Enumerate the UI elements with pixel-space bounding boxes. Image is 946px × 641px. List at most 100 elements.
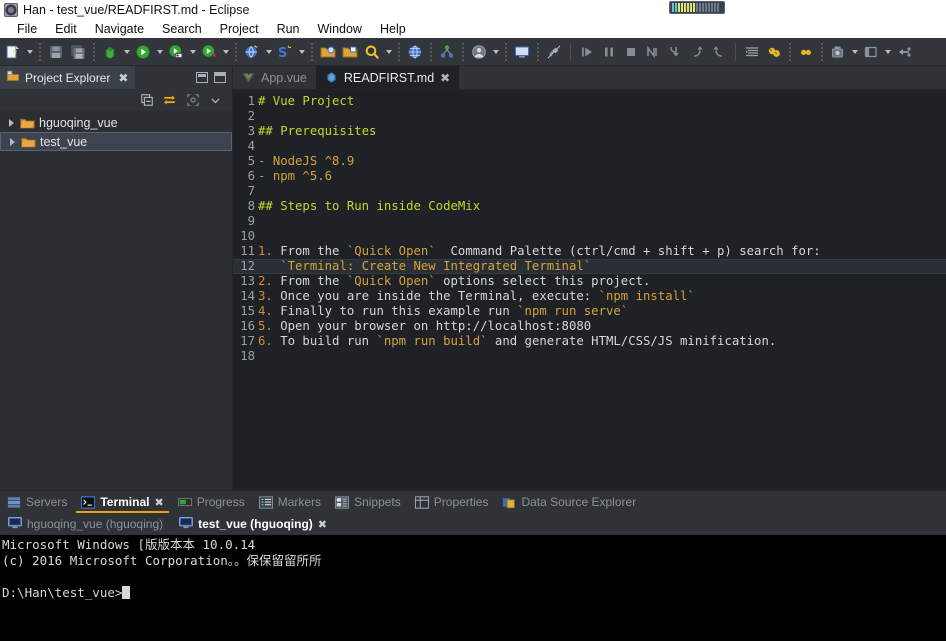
open-web-browser-icon[interactable] (241, 41, 263, 63)
expand-arrow-icon[interactable] (7, 138, 17, 146)
suspend-icon[interactable] (598, 41, 620, 63)
terminal-session-tab-1[interactable]: test_vue (hguoqing)✖ (171, 513, 335, 535)
code-line[interactable]: 143. Once you are inside the Terminal, e… (233, 289, 946, 304)
step-return-icon[interactable] (686, 41, 708, 63)
close-icon[interactable]: ✖ (154, 496, 163, 509)
debug-dropdown[interactable] (121, 41, 132, 63)
bottom-tab-progress[interactable]: Progress (171, 491, 252, 513)
resume-icon[interactable] (576, 41, 598, 63)
snapshot-icon[interactable] (827, 41, 849, 63)
code-line[interactable]: 12 `Terminal: Create New Integrated Term… (233, 259, 946, 274)
code-line[interactable]: 8## Steps to Run inside CodeMix (233, 199, 946, 214)
code-line[interactable]: 10 (233, 229, 946, 244)
step-restart-icon[interactable] (708, 41, 730, 63)
console-icon[interactable] (511, 41, 533, 63)
menu-search[interactable]: Search (153, 21, 211, 37)
collapse-all-icon[interactable] (138, 92, 155, 109)
code-line[interactable]: 3## Prerequisites (233, 124, 946, 139)
tree-item-hguoqing-vue[interactable]: hguoqing_vue (0, 113, 232, 132)
merge-icon[interactable] (436, 41, 458, 63)
format-lines-icon[interactable] (741, 41, 763, 63)
code-line[interactable]: 1# Vue Project (233, 94, 946, 109)
run-coverage-dropdown[interactable] (187, 41, 198, 63)
editor-tab-readfirst-md[interactable]: READFIRST.md✖ (316, 66, 459, 89)
search-dropdown[interactable] (383, 41, 394, 63)
annotate-icon[interactable] (763, 41, 785, 63)
search-plus-dropdown[interactable] (296, 41, 307, 63)
toolbar-group-save (45, 40, 89, 64)
tree-item-test-vue[interactable]: test_vue (0, 132, 232, 151)
open-web-browser-dropdown[interactable] (263, 41, 274, 63)
code-line[interactable]: 154. Finally to run this example run `np… (233, 304, 946, 319)
search-plus-icon[interactable]: S (274, 41, 296, 63)
bug-pin-icon[interactable] (795, 41, 817, 63)
code-line[interactable]: 7 (233, 184, 946, 199)
link-editor-icon[interactable] (161, 92, 178, 109)
save-icon[interactable] (45, 41, 67, 63)
open-type-icon[interactable] (317, 41, 339, 63)
run-coverage-icon[interactable] (165, 41, 187, 63)
snapshot-dropdown[interactable] (849, 41, 860, 63)
heap-status-indicator[interactable] (669, 1, 725, 14)
terminate-icon[interactable] (620, 41, 642, 63)
perspective-dropdown[interactable] (882, 41, 893, 63)
code-line[interactable]: 9 (233, 214, 946, 229)
open-resource-icon[interactable] (339, 41, 361, 63)
debug-icon[interactable] (99, 41, 121, 63)
tab-project-explorer[interactable]: Project Explorer ✖ (0, 66, 135, 89)
run-dropdown[interactable] (154, 41, 165, 63)
save-all-icon[interactable] (67, 41, 89, 63)
maximize-view-button[interactable] (214, 72, 226, 83)
terminal-output[interactable]: Microsoft Windows [版版本本 10.0.14(c) 2016 … (0, 535, 946, 641)
menu-edit[interactable]: Edit (46, 21, 86, 37)
user-profile-icon[interactable] (468, 41, 490, 63)
menu-project[interactable]: Project (211, 21, 268, 37)
run-external-tools-icon[interactable] (198, 41, 220, 63)
run-external-tools-dropdown[interactable] (220, 41, 231, 63)
perspective-icon[interactable] (860, 41, 882, 63)
code-line[interactable]: 4 (233, 139, 946, 154)
code-line[interactable]: 6- npm ^5.6 (233, 169, 946, 184)
search-icon[interactable] (361, 41, 383, 63)
code-line[interactable]: 132. From the `Quick Open` options selec… (233, 274, 946, 289)
code-line[interactable]: 18 (233, 349, 946, 364)
close-icon[interactable]: ✖ (318, 518, 327, 531)
editor-stack[interactable]: 1# Vue Project23## Prerequisites45- Node… (233, 90, 946, 490)
chevron-down-icon[interactable] (207, 92, 224, 109)
menu-navigate[interactable]: Navigate (86, 21, 153, 37)
terminal-session-tab-0[interactable]: hguoqing_vue (hguoqing) (0, 513, 171, 535)
menu-help[interactable]: Help (371, 21, 415, 37)
bottom-tab-properties[interactable]: Properties (408, 491, 496, 513)
bottom-tab-snippets[interactable]: Snippets (328, 491, 408, 513)
bottom-tab-terminal[interactable]: Terminal✖ (74, 491, 170, 513)
menu-window[interactable]: Window (309, 21, 371, 37)
globe-icon[interactable] (404, 41, 426, 63)
new-wizard-dropdown[interactable] (24, 41, 35, 63)
user-profile-dropdown[interactable] (490, 41, 501, 63)
code-line[interactable]: 165. Open your browser on http://localho… (233, 319, 946, 334)
code-line[interactable]: 176. To build run `npm run build` and ge… (233, 334, 946, 349)
menu-run[interactable]: Run (268, 21, 309, 37)
minimize-view-button[interactable] (196, 72, 208, 83)
code-line-text: 4. Finally to run this example run `npm … (258, 304, 628, 319)
focus-task-icon[interactable] (184, 92, 201, 109)
code-line[interactable]: 111. From the `Quick Open` Command Palet… (233, 244, 946, 259)
new-wizard-icon[interactable] (2, 41, 24, 63)
code-line[interactable]: 2 (233, 109, 946, 124)
toolbar-group-web: S (241, 40, 307, 64)
bottom-tab-markers[interactable]: Markers (252, 491, 328, 513)
code-line[interactable]: 5- NodeJS ^8.9 (233, 154, 946, 169)
editor-tab-app-vue[interactable]: App.vue (233, 66, 316, 89)
close-icon[interactable]: ✖ (118, 71, 128, 85)
run-icon[interactable] (132, 41, 154, 63)
bottom-tab-data-source-explorer[interactable]: Data Source Explorer (495, 491, 643, 513)
code-content[interactable]: 1# Vue Project23## Prerequisites45- Node… (233, 94, 946, 490)
step-over-icon[interactable] (642, 41, 664, 63)
close-icon[interactable]: ✖ (440, 71, 450, 85)
bottom-tab-servers[interactable]: Servers (0, 491, 74, 513)
step-into-icon[interactable] (664, 41, 686, 63)
back-to-editor-icon[interactable] (893, 41, 915, 63)
link-break-icon[interactable] (543, 41, 565, 63)
expand-arrow-icon[interactable] (6, 119, 16, 127)
menu-file[interactable]: File (8, 21, 46, 37)
